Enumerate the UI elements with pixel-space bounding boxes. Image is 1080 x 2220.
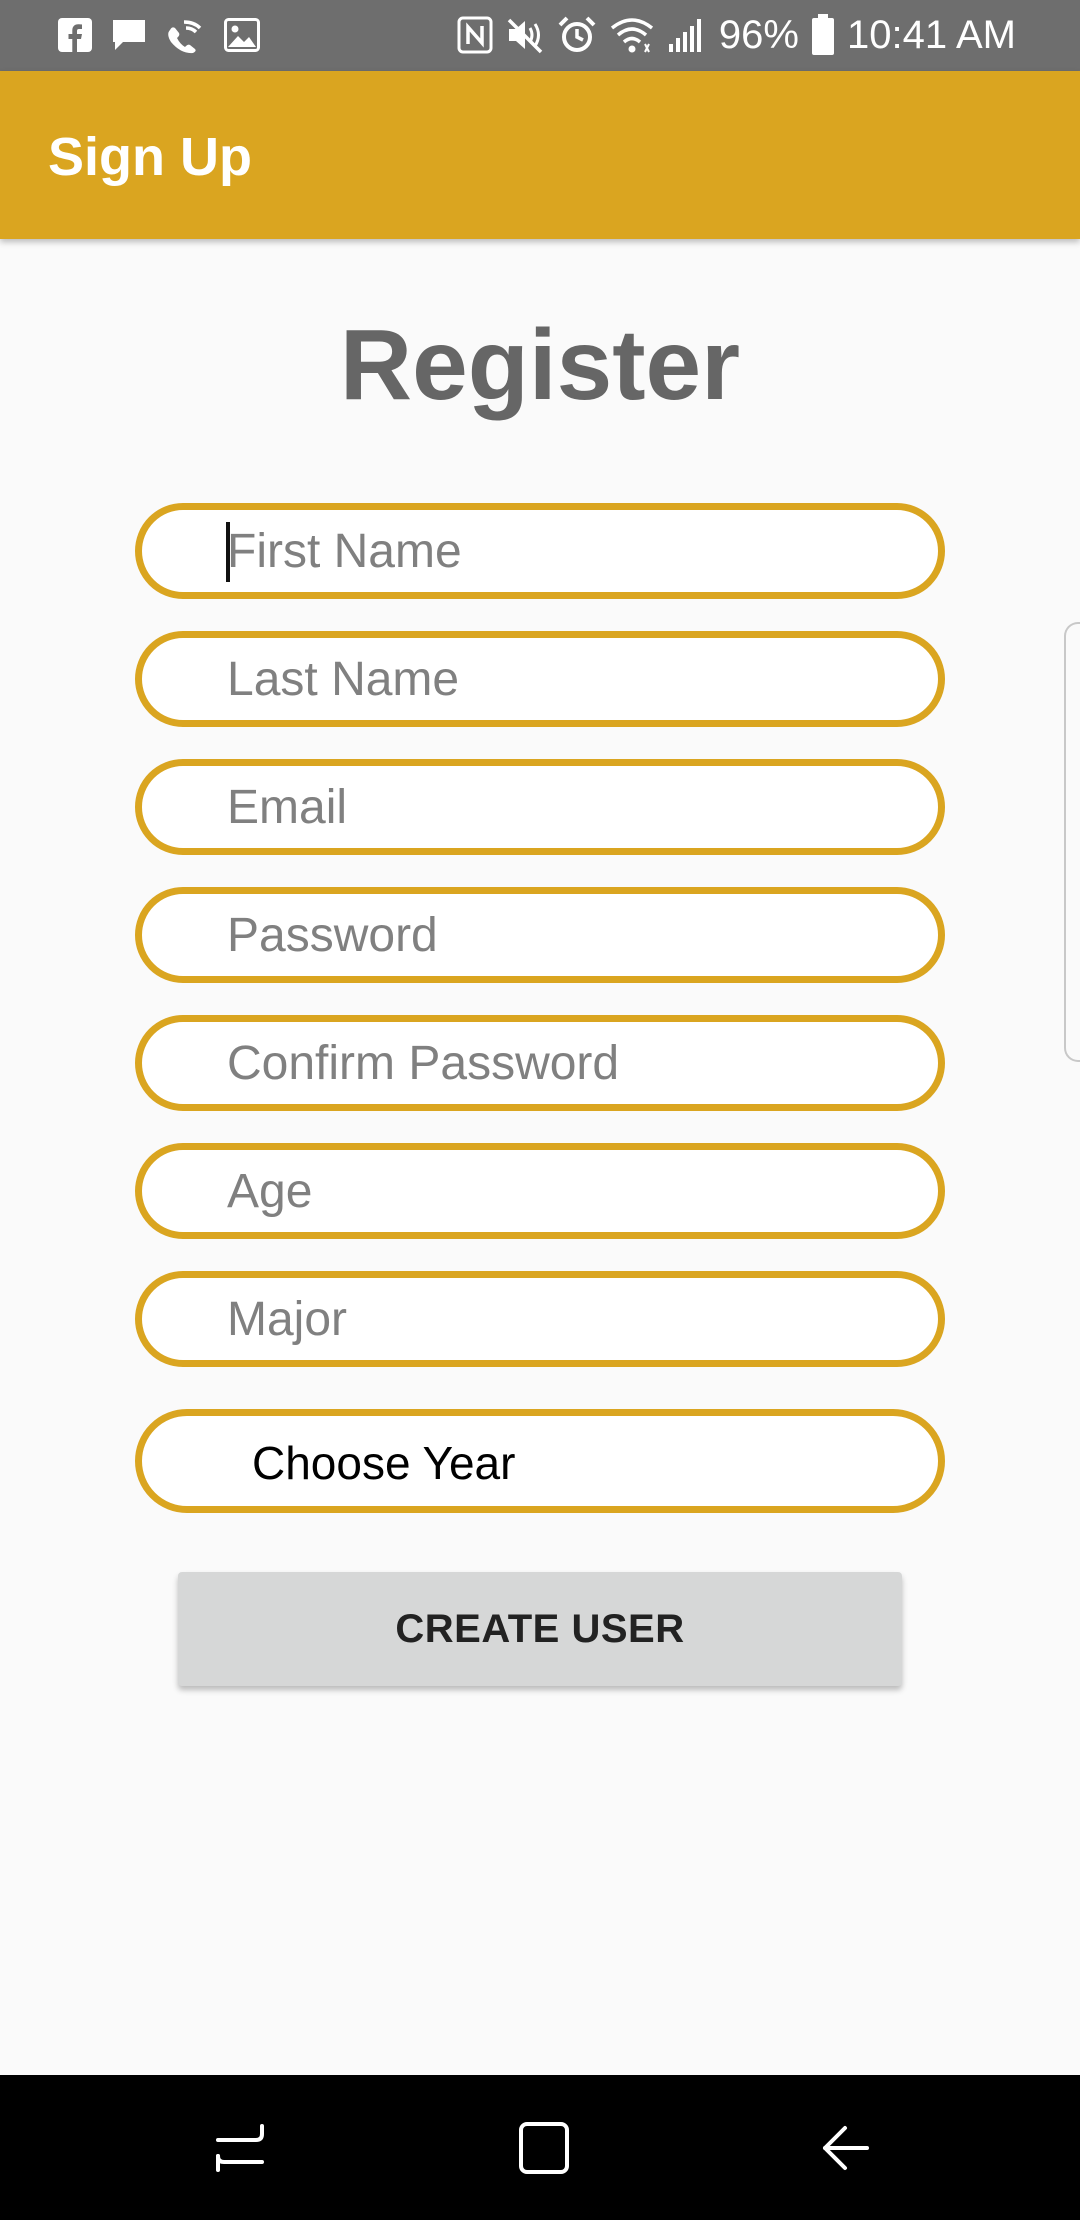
first-name-field[interactable] bbox=[135, 503, 945, 599]
facebook-icon bbox=[58, 18, 92, 52]
first-name-input[interactable] bbox=[227, 510, 907, 592]
alarm-icon bbox=[557, 15, 597, 55]
email-input[interactable] bbox=[227, 766, 907, 848]
back-icon[interactable] bbox=[810, 2113, 880, 2183]
battery-percent: 96% bbox=[718, 12, 799, 57]
notification-icons bbox=[58, 12, 260, 58]
mute-icon bbox=[505, 16, 545, 54]
battery-icon bbox=[811, 14, 835, 56]
confirm-password-input[interactable] bbox=[227, 1022, 907, 1104]
last-name-input[interactable] bbox=[227, 638, 907, 720]
clock: 10:41 AM bbox=[846, 12, 1016, 57]
message-icon bbox=[110, 17, 148, 53]
wifi-icon bbox=[609, 16, 655, 54]
last-name-field[interactable] bbox=[135, 631, 945, 727]
signal-icon bbox=[667, 16, 707, 54]
year-select-value: Choose Year bbox=[252, 1437, 516, 1489]
major-field[interactable] bbox=[135, 1271, 945, 1367]
confirm-password-field[interactable] bbox=[135, 1015, 945, 1111]
app-bar-title: Sign Up bbox=[48, 127, 252, 187]
create-user-button[interactable]: CREATE USER bbox=[178, 1572, 902, 1686]
edge-panel-handle[interactable] bbox=[1064, 622, 1080, 1062]
email-field[interactable] bbox=[135, 759, 945, 855]
page-title: Register bbox=[339, 309, 741, 421]
major-input[interactable] bbox=[227, 1278, 907, 1360]
password-input[interactable] bbox=[227, 894, 907, 976]
status-bar: 96% 10:41 AM bbox=[0, 0, 1080, 71]
age-input[interactable] bbox=[227, 1150, 907, 1232]
nfc-icon bbox=[457, 16, 493, 54]
age-field[interactable] bbox=[135, 1143, 945, 1239]
home-icon[interactable] bbox=[508, 2113, 578, 2183]
recent-apps-icon[interactable] bbox=[205, 2113, 275, 2183]
password-field[interactable] bbox=[135, 887, 945, 983]
app-bar: Sign Up bbox=[0, 71, 1080, 239]
wifi-call-icon bbox=[166, 16, 206, 54]
gallery-icon bbox=[224, 18, 260, 52]
year-select[interactable]: Choose Year bbox=[135, 1409, 945, 1513]
navigation-bar bbox=[0, 2075, 1080, 2220]
system-status: 96% 10:41 AM bbox=[457, 10, 1016, 60]
